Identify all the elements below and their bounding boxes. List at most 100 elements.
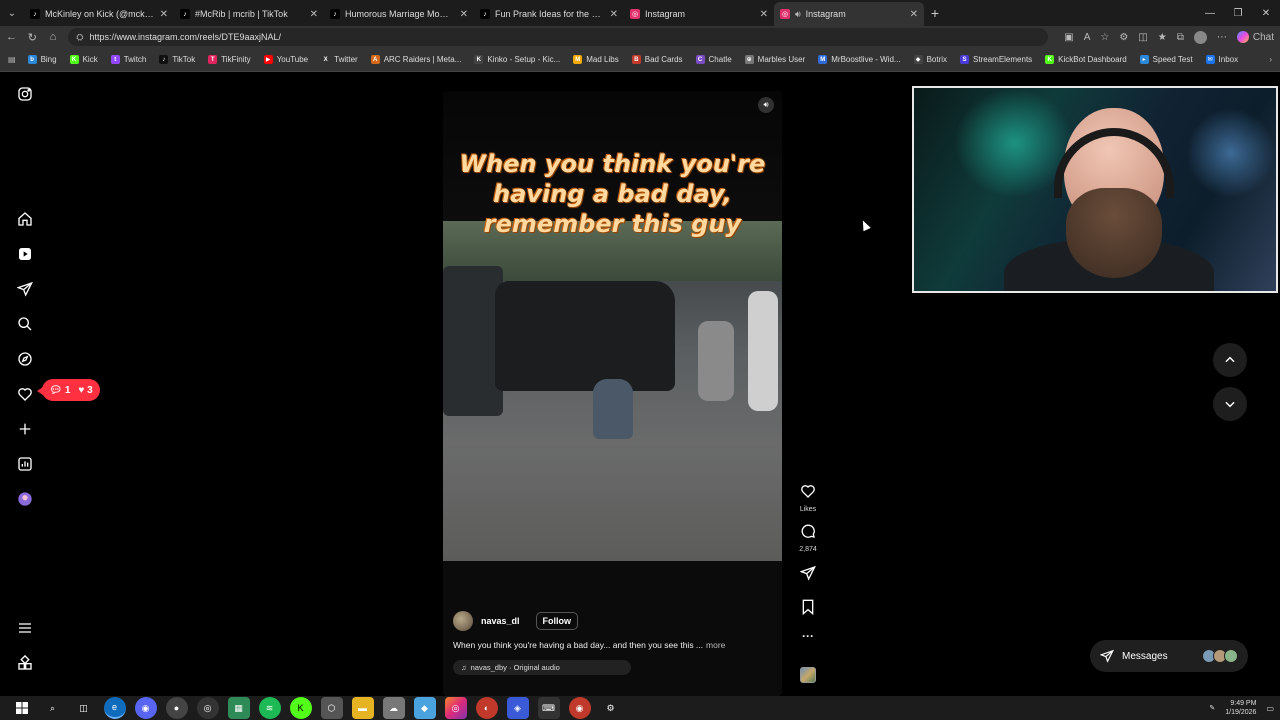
- tab-actions-icon[interactable]: ⌄: [0, 0, 24, 26]
- search-icon[interactable]: [16, 315, 34, 333]
- clock[interactable]: 9:49 PM 1/19/2026: [1225, 699, 1256, 717]
- refresh-icon[interactable]: ↻: [27, 31, 38, 44]
- bookmark-item[interactable]: B Bad Cards: [631, 55, 683, 64]
- like-heart-icon[interactable]: [800, 483, 816, 499]
- dashboard-icon[interactable]: [16, 455, 34, 473]
- tab-close-icon[interactable]: ✕: [910, 9, 918, 20]
- terminal-icon[interactable]: ⌨: [537, 697, 560, 719]
- app-diamond-icon[interactable]: ◈: [506, 697, 529, 719]
- share-icon[interactable]: [799, 565, 816, 581]
- also-from-meta-icon[interactable]: [16, 654, 34, 672]
- bookmark-item[interactable]: ◆ Botrix: [913, 55, 947, 64]
- menu-hamburger-icon[interactable]: [16, 619, 34, 637]
- bookmark-item[interactable]: X Twitter: [321, 55, 358, 64]
- app-cloud-icon[interactable]: ☁: [382, 697, 405, 719]
- edge-browser-icon[interactable]: e: [103, 697, 126, 719]
- tab-close-icon[interactable]: ✕: [610, 9, 618, 20]
- tab-close-icon[interactable]: ✕: [160, 9, 168, 20]
- bookmark-icon[interactable]: [801, 599, 815, 616]
- tab-close-icon[interactable]: ✕: [310, 9, 318, 20]
- bookmark-item[interactable]: ▸ Speed Test: [1139, 55, 1193, 64]
- save-action[interactable]: [792, 599, 824, 620]
- bookmark-item[interactable]: C Chatle: [695, 55, 732, 64]
- app-available-icon[interactable]: ▣: [1064, 32, 1073, 43]
- tab-close-icon[interactable]: ✕: [460, 9, 468, 20]
- like-action[interactable]: Likes: [792, 483, 824, 513]
- app-red-icon[interactable]: ◐: [475, 697, 498, 719]
- browser-tab[interactable]: ♪ #McRib | mcrib | TikTok ✕: [174, 2, 324, 26]
- share-action[interactable]: [792, 565, 824, 586]
- kick-icon[interactable]: K: [289, 697, 312, 719]
- follow-button[interactable]: Follow: [535, 612, 579, 630]
- extensions-icon[interactable]: ⚙: [1119, 32, 1128, 43]
- more-options-icon[interactable]: ···: [792, 629, 824, 643]
- author-username[interactable]: navas_dl: [481, 616, 520, 626]
- author-avatar[interactable]: [453, 611, 473, 631]
- profile-avatar-icon[interactable]: [16, 490, 34, 508]
- app-icon[interactable]: ◎: [196, 697, 219, 719]
- app-blue-icon[interactable]: ◆: [413, 697, 436, 719]
- app-green-icon[interactable]: ▦: [227, 697, 250, 719]
- audio-thumbnail[interactable]: [800, 667, 816, 683]
- tab-close-icon[interactable]: ✕: [760, 9, 768, 20]
- browser-tab[interactable]: ♪ Fun Prank Ideas for the New Guy ✕: [474, 2, 624, 26]
- browser-tab[interactable]: ◎ 🔊︎ Instagram ✕: [774, 2, 924, 26]
- discord-icon[interactable]: ◉: [134, 697, 157, 719]
- create-plus-icon[interactable]: [16, 420, 34, 438]
- home-icon[interactable]: [16, 210, 34, 228]
- task-view-icon[interactable]: ◫: [73, 697, 95, 719]
- copilot-chat-button[interactable]: Chat: [1236, 31, 1274, 43]
- messages-button[interactable]: Messages: [1090, 640, 1248, 672]
- volume-icon[interactable]: 🔊︎: [758, 97, 774, 113]
- maximize-button[interactable]: ❐: [1224, 8, 1252, 19]
- favorite-star-icon[interactable]: ☆: [1100, 32, 1109, 43]
- file-explorer-icon[interactable]: ▬: [351, 697, 374, 719]
- browser-tab[interactable]: ♪ Humorous Marriage Moments: Th ✕: [324, 2, 474, 26]
- bookmark-item[interactable]: ⊕ Marbles User: [744, 55, 805, 64]
- bookmark-item[interactable]: K Kick: [69, 55, 98, 64]
- bookmark-item[interactable]: b Bing: [27, 55, 57, 64]
- pen-icon[interactable]: ✎: [1209, 704, 1215, 712]
- notifications-badge[interactable]: 💬︎ 1 ♥ 3: [37, 379, 100, 401]
- bookmark-item[interactable]: T TikFinity: [208, 55, 251, 64]
- tab-audio-icon[interactable]: 🔊︎: [795, 9, 801, 20]
- browser-tab[interactable]: ◎ Instagram ✕: [624, 2, 774, 26]
- more-link[interactable]: more: [706, 640, 725, 650]
- split-screen-icon[interactable]: ◫: [1138, 32, 1147, 43]
- spotify-icon[interactable]: ≋: [258, 697, 281, 719]
- audio-track[interactable]: ♫ navas_dby · Original audio: [453, 660, 631, 675]
- read-aloud-icon[interactable]: A: [1084, 32, 1091, 43]
- profile-avatar[interactable]: [1193, 30, 1207, 44]
- app-record-icon[interactable]: ◉: [568, 697, 591, 719]
- collections-bar-icon[interactable]: ▤: [8, 55, 16, 64]
- bookmark-item[interactable]: M Mad Libs: [573, 55, 619, 64]
- bookmark-item[interactable]: S StreamElements: [960, 55, 1032, 64]
- obs-icon[interactable]: ●: [165, 697, 188, 719]
- instagram-app-icon[interactable]: ◎: [444, 697, 467, 719]
- search-icon[interactable]: ⌕: [42, 697, 64, 719]
- bookmark-item[interactable]: K Kinko - Setup - Kic...: [474, 55, 560, 64]
- start-icon[interactable]: [11, 697, 33, 719]
- next-reel-button[interactable]: [1213, 387, 1247, 421]
- comment-action[interactable]: 2,874: [792, 523, 824, 553]
- close-window-button[interactable]: ✕: [1252, 8, 1280, 19]
- bookmark-item[interactable]: ♪ TikTok: [159, 55, 195, 64]
- settings-gear-icon[interactable]: ⚙: [600, 697, 622, 719]
- new-tab-button[interactable]: +: [924, 5, 946, 21]
- reels-icon[interactable]: [16, 245, 34, 263]
- collections-icon[interactable]: ⧉: [1177, 32, 1184, 43]
- explore-compass-icon[interactable]: [16, 350, 34, 368]
- direct-messages-icon[interactable]: [16, 280, 34, 298]
- steam-icon[interactable]: ⬡: [320, 697, 343, 719]
- comment-icon[interactable]: [800, 523, 816, 539]
- browser-tab[interactable]: ♪ McKinley on Kick (@mckinley.tv) | ✕: [24, 2, 174, 26]
- reel-video[interactable]: When you think you're having a bad day, …: [443, 91, 782, 561]
- bookmarks-overflow-icon[interactable]: ›: [1269, 55, 1272, 64]
- bookmark-item[interactable]: t Twitch: [110, 55, 146, 64]
- url-field[interactable]: ⛭ https://www.instagram.com/reels/DTE9aa…: [68, 28, 1049, 46]
- bookmark-item[interactable]: A ARC Raiders | Meta...: [370, 55, 461, 64]
- site-info-icon[interactable]: ⛭: [76, 32, 83, 43]
- home-icon[interactable]: ⌂: [48, 31, 59, 43]
- more-menu-icon[interactable]: ⋯: [1217, 32, 1227, 43]
- notification-center-icon[interactable]: ▭: [1266, 704, 1274, 713]
